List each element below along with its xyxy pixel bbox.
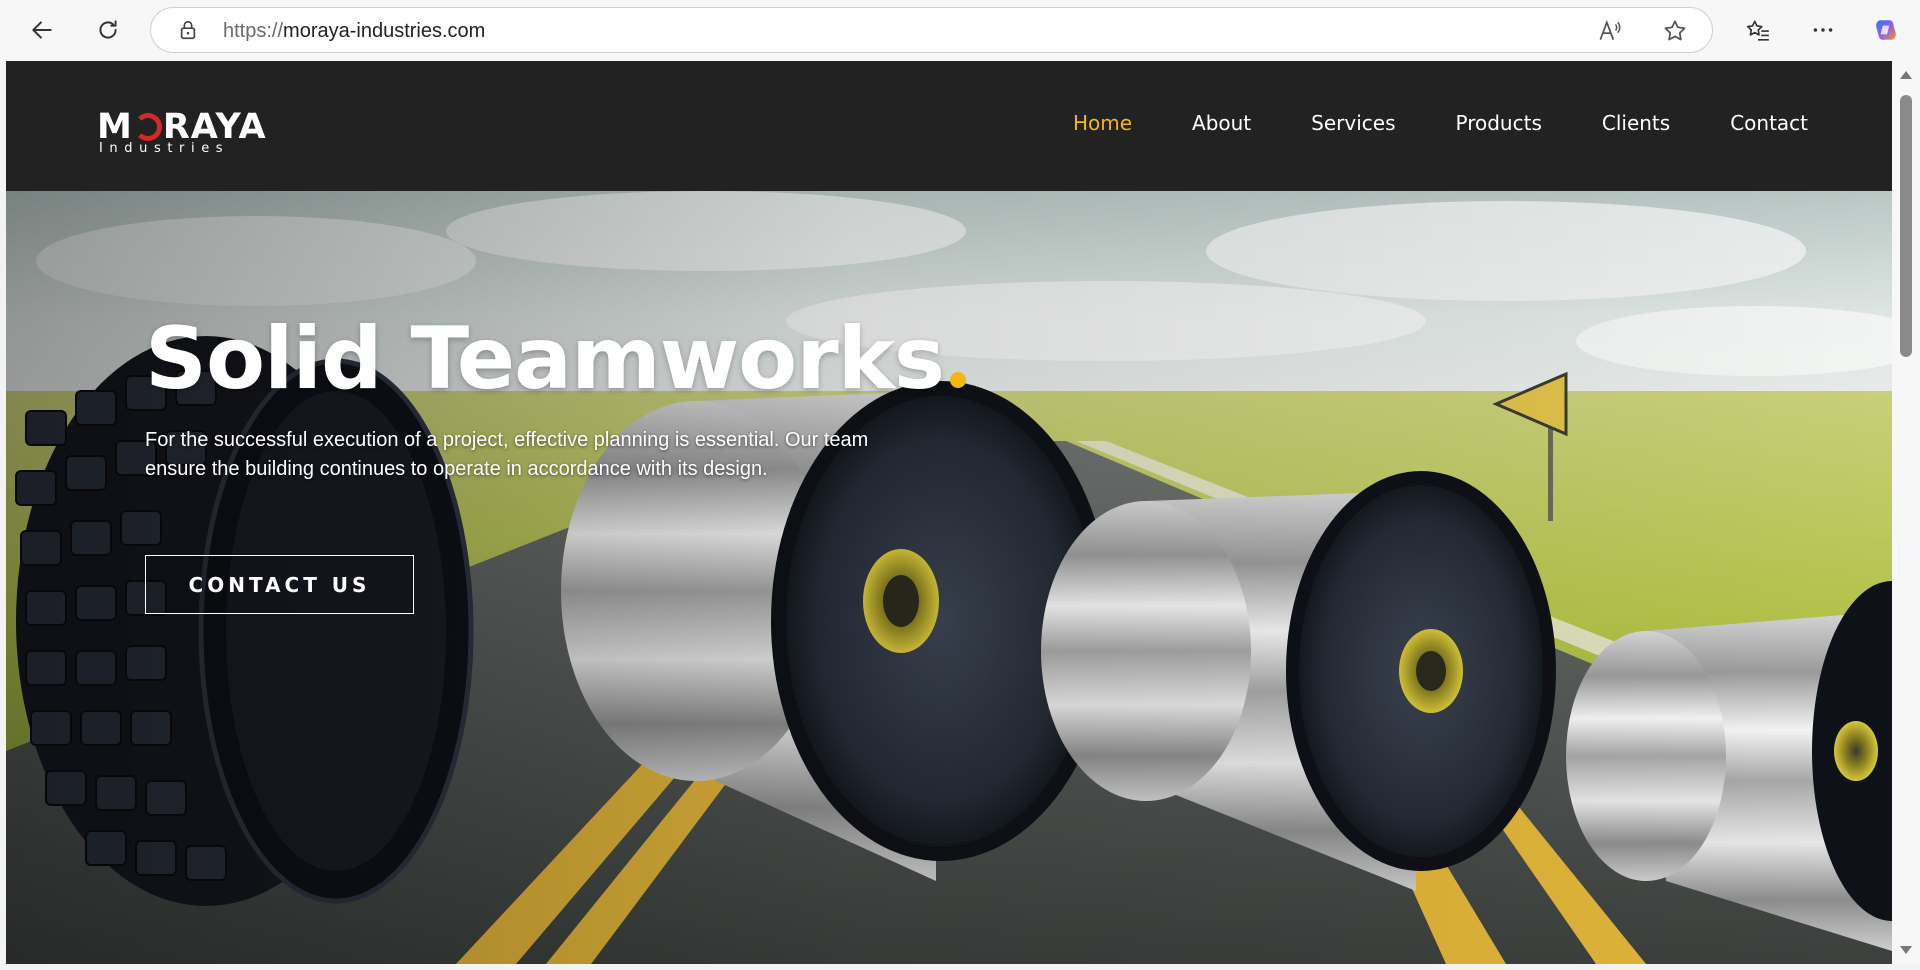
address-bar[interactable]: https://moraya-industries.com (150, 7, 1713, 53)
logo-o-mark (133, 113, 162, 141)
nav-clients[interactable]: Clients (1602, 111, 1670, 135)
scroll-down-arrow-icon[interactable] (1900, 946, 1912, 954)
url-text: https://moraya-industries.com (223, 20, 485, 43)
nav-contact[interactable]: Contact (1730, 111, 1808, 135)
hero-title: Solid Teamworks (145, 309, 967, 409)
main-nav: Home About Services Products Clients Con… (1013, 111, 1808, 135)
nav-home[interactable]: Home (1073, 111, 1132, 135)
nav-about[interactable]: About (1192, 111, 1251, 135)
copilot-icon (1876, 20, 1896, 40)
scroll-thumb[interactable] (1900, 95, 1912, 357)
back-arrow-icon (32, 21, 52, 39)
hero-description: For the successful execution of a projec… (145, 429, 869, 480)
reload-icon (99, 20, 117, 39)
url-protocol: https:// (223, 20, 284, 42)
copilot-button[interactable] (1866, 12, 1906, 48)
ellipsis-icon (1813, 28, 1833, 32)
page-viewport: M RAYA Industries Home About Services Pro… (6, 61, 1892, 964)
scroll-up-arrow-icon[interactable] (1900, 71, 1912, 79)
logo-subtitle: Industries (99, 141, 230, 156)
favorites-button[interactable] (1738, 12, 1778, 48)
reload-button[interactable] (88, 12, 128, 48)
read-aloud-icon[interactable] (1596, 18, 1622, 44)
browser-toolbar: https://moraya-industries.com (0, 0, 1920, 61)
hero-section: Solid Teamworks For the successful execu… (6, 191, 1892, 964)
page-scrollbar[interactable] (1892, 61, 1920, 964)
site-header: M RAYA Industries Home About Services Pro… (6, 61, 1892, 191)
back-button[interactable] (22, 12, 62, 48)
hero-title-text: Solid Teamworks (145, 309, 945, 409)
url-host: moraya-industries.com (283, 20, 486, 42)
nav-products[interactable]: Products (1456, 111, 1542, 135)
more-menu-button[interactable] (1803, 12, 1843, 48)
favorites-list-icon (1746, 20, 1769, 41)
nav-services[interactable]: Services (1311, 111, 1395, 135)
hero-title-dot (950, 372, 967, 388)
lock-icon (180, 20, 196, 40)
contact-us-button[interactable]: CONTACT US (145, 555, 414, 614)
site-logo[interactable]: M RAYA Industries (97, 107, 282, 157)
favorite-star-icon[interactable] (1662, 18, 1688, 44)
